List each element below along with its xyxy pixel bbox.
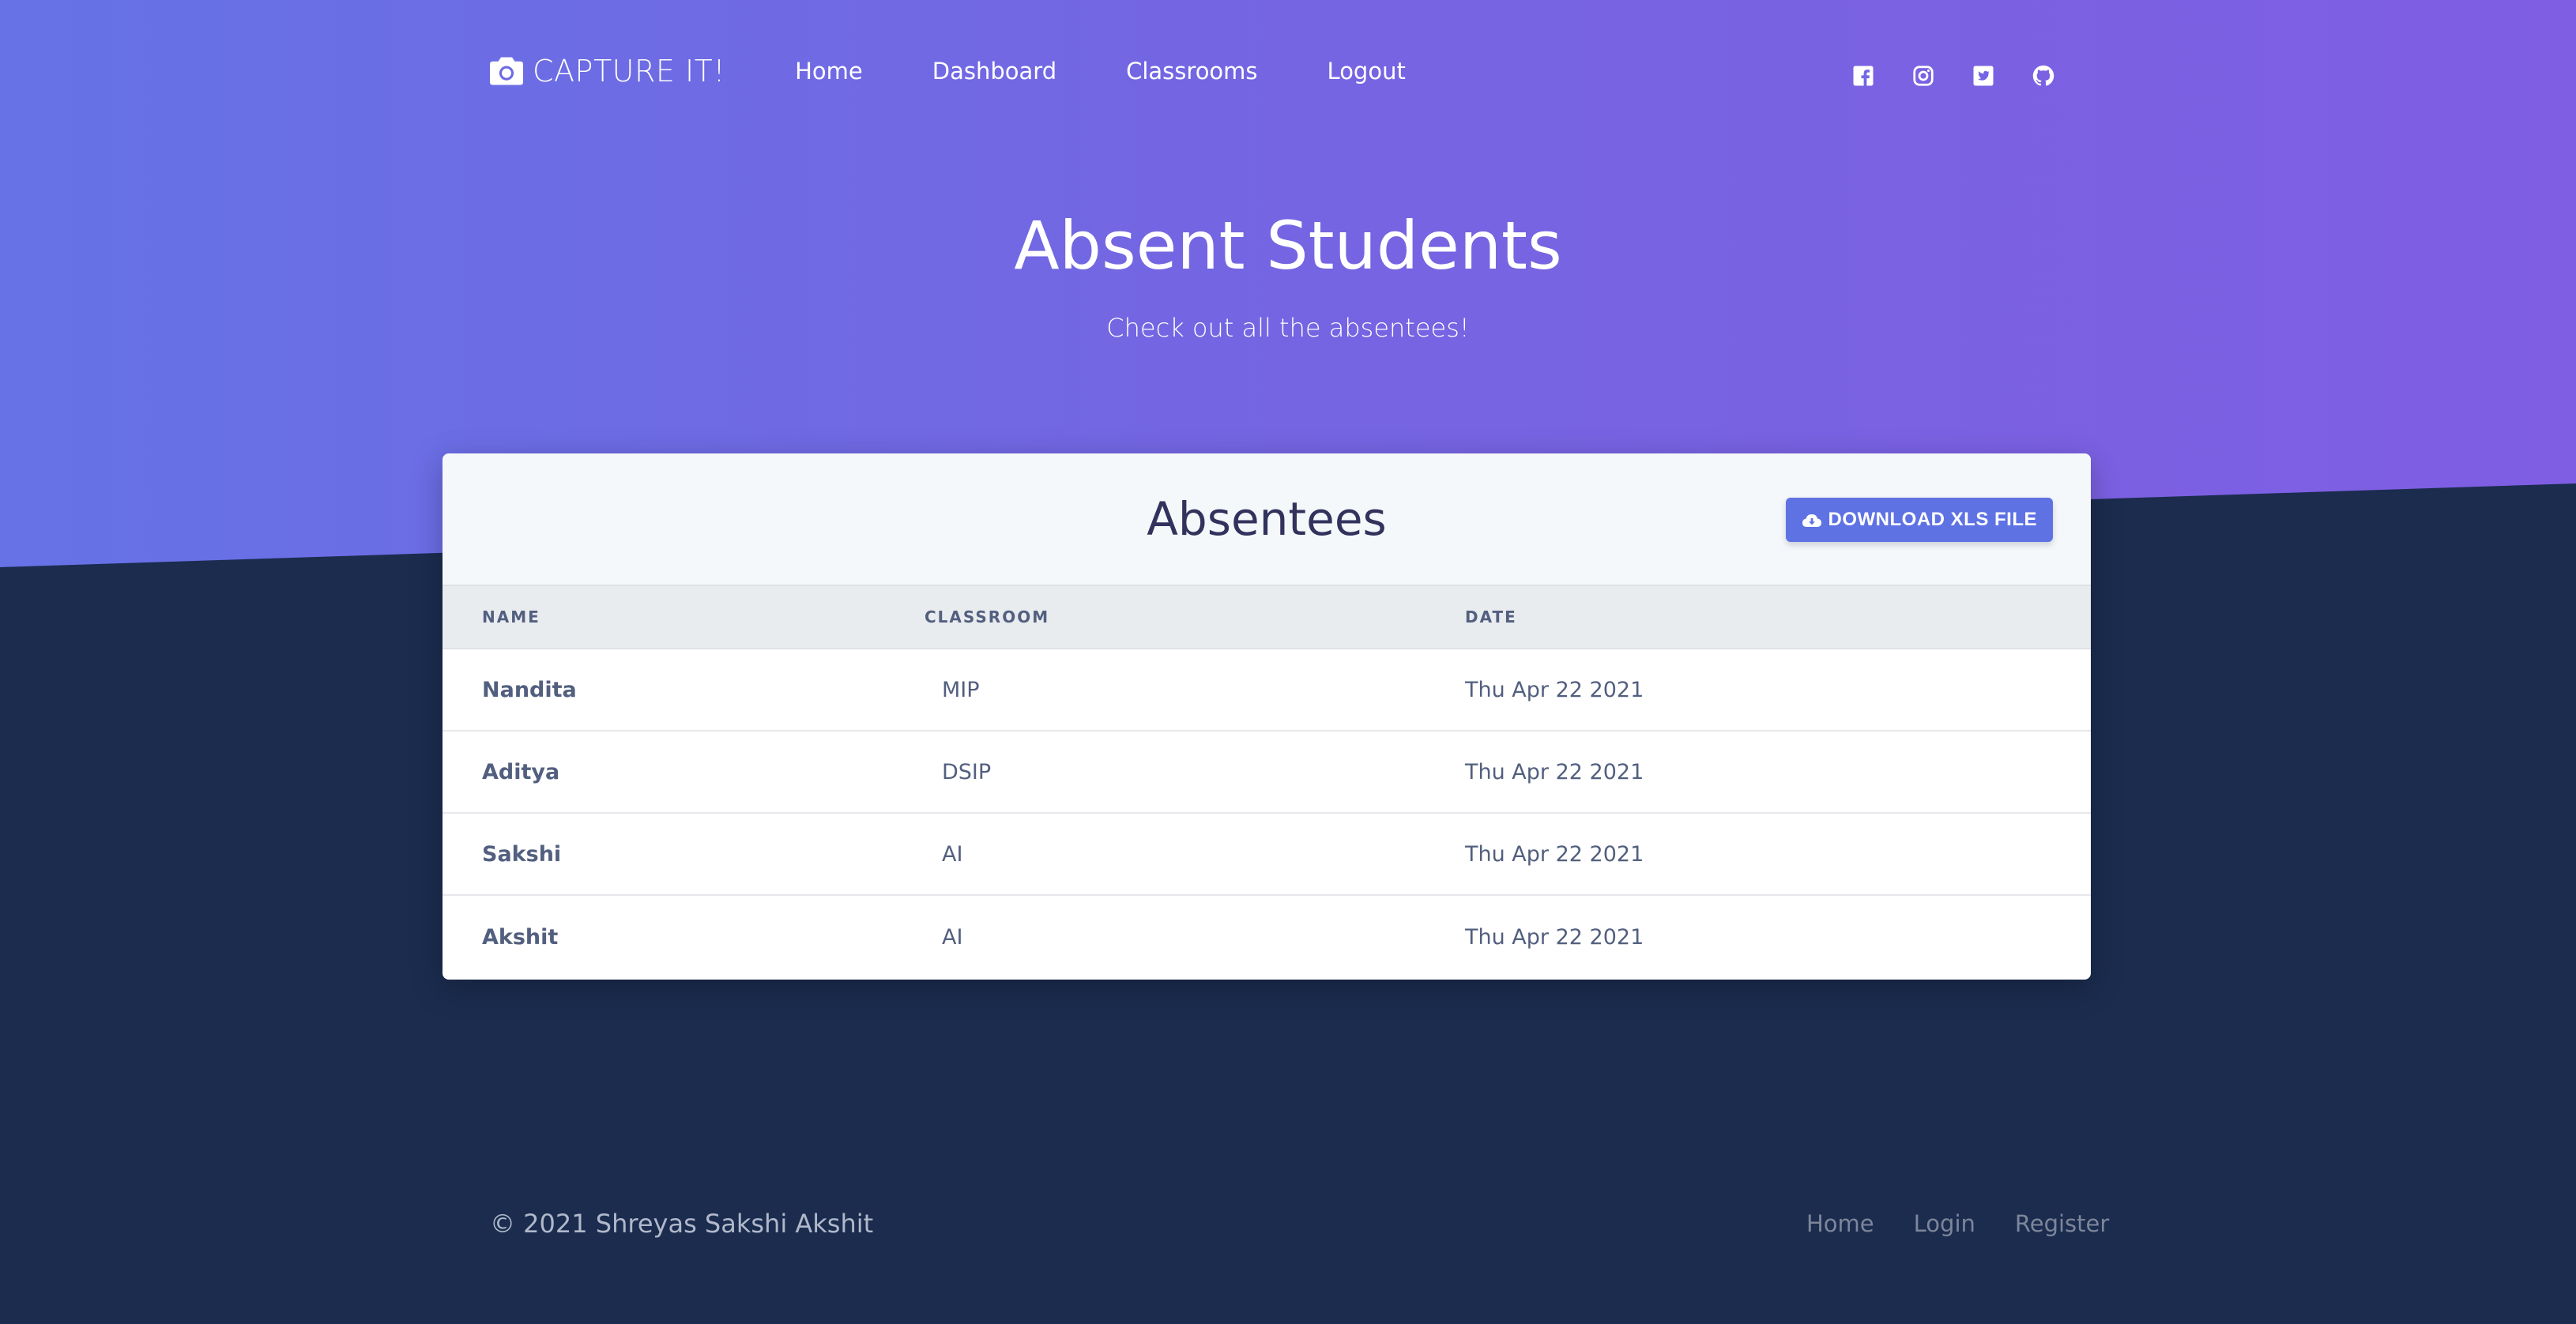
cloud-download-icon: [1802, 514, 1821, 527]
brand-name: CAPTURE IT!: [533, 54, 726, 88]
facebook-icon[interactable]: [1851, 63, 1876, 88]
student-classroom: MIP: [942, 677, 980, 702]
social-links: [1851, 63, 2091, 88]
camera-icon: [490, 57, 523, 85]
student-classroom: AI: [942, 841, 963, 867]
page-title: Absent Students: [1014, 207, 1562, 284]
table-row: Nandita MIP Thu Apr 22 2021: [443, 649, 2091, 732]
brand-logo[interactable]: CAPTURE IT!: [490, 54, 725, 88]
student-name: Aditya: [482, 759, 560, 784]
table-row: Aditya DSIP Thu Apr 22 2021: [443, 732, 2091, 814]
student-classroom: DSIP: [942, 759, 992, 784]
column-header-date[interactable]: DATE: [1465, 607, 1517, 626]
download-label: DOWNLOAD XLS FILE: [1828, 509, 2037, 530]
github-icon[interactable]: [2031, 63, 2056, 88]
footer-link-home[interactable]: Home: [1806, 1210, 1874, 1237]
card-header: Absentees DOWNLOAD XLS FILE: [443, 453, 2091, 585]
footer-link-login[interactable]: Login: [1914, 1210, 1975, 1237]
footer-links: Home Login Register: [1806, 1210, 2149, 1237]
page-subtitle: Check out all the absentees!: [1106, 313, 1470, 343]
nav-link-dashboard[interactable]: Dashboard: [932, 58, 1056, 85]
nav-link-home[interactable]: Home: [795, 58, 863, 85]
table-row: Sakshi AI Thu Apr 22 2021: [443, 814, 2091, 896]
student-name: Nandita: [482, 677, 577, 702]
column-header-classroom[interactable]: CLASSROOM: [925, 607, 1049, 626]
absentees-card: Absentees DOWNLOAD XLS FILE NAME CLASSRO…: [443, 453, 2091, 980]
instagram-icon[interactable]: [1911, 63, 1936, 88]
download-xls-button[interactable]: DOWNLOAD XLS FILE: [1785, 498, 2053, 542]
footer-copyright: © 2021 Shreyas Sakshi Akshit: [490, 1209, 874, 1239]
navbar: CAPTURE IT! Home Dashboard Classrooms Lo…: [490, 47, 2070, 95]
table-row: Akshit AI Thu Apr 22 2021: [443, 896, 2091, 978]
absence-date: Thu Apr 22 2021: [1465, 677, 1644, 702]
twitter-icon[interactable]: [1971, 63, 1996, 88]
nav-link-logout[interactable]: Logout: [1328, 58, 1406, 85]
nav-link-classrooms[interactable]: Classrooms: [1126, 58, 1257, 85]
card-title: Absentees: [1147, 492, 1387, 546]
nav-links: Home Dashboard Classrooms Logout: [795, 58, 1475, 85]
student-name: Sakshi: [482, 841, 562, 867]
column-header-name[interactable]: NAME: [482, 607, 540, 626]
table-header: NAME CLASSROOM DATE: [443, 585, 2091, 649]
absence-date: Thu Apr 22 2021: [1465, 841, 1644, 867]
absence-date: Thu Apr 22 2021: [1465, 924, 1644, 950]
student-name: Akshit: [482, 924, 559, 950]
absence-date: Thu Apr 22 2021: [1465, 759, 1644, 784]
footer-link-register[interactable]: Register: [2015, 1210, 2109, 1237]
student-classroom: AI: [942, 924, 963, 950]
